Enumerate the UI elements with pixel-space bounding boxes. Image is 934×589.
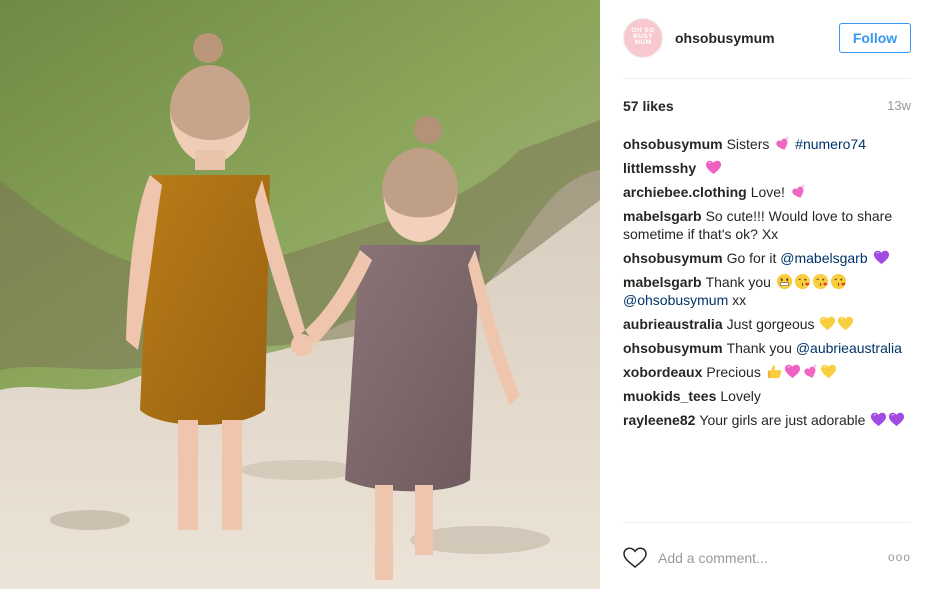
comment-username[interactable]: mabelsgarb	[623, 274, 702, 290]
comment-mention-link[interactable]: @mabelsgarb	[780, 250, 867, 266]
more-options-icon[interactable]: ooo	[888, 550, 911, 564]
heart-pink-emoji-icon	[784, 364, 800, 379]
comment-list: ohsobusymum Sisters #numero74 littlemsshy …	[623, 135, 916, 435]
kiss-emoji-icon	[830, 273, 846, 290]
comment: archiebee.clothing Love!	[623, 183, 916, 201]
follow-button[interactable]: Follow	[839, 23, 911, 53]
comment: ohsobusymum Sisters #numero74	[623, 135, 916, 153]
post-photo[interactable]	[0, 0, 600, 589]
post-footer: ooo	[623, 522, 911, 573]
comment-hashtag-link[interactable]: #numero74	[795, 136, 866, 152]
post-header: OH SO BUSY MUM ohsobusymum Follow	[623, 18, 911, 79]
comment: aubrieaustralia Just gorgeous	[623, 315, 916, 333]
heart-yellow-emoji-icon	[820, 364, 836, 379]
comment-text: Thank you	[705, 274, 771, 290]
sparkle-heart-emoji-icon	[776, 135, 790, 150]
post-side-panel: OH SO BUSY MUM ohsobusymum Follow 57 lik…	[600, 0, 934, 589]
comment: littlemsshy	[623, 159, 916, 177]
thumbs-up-emoji-icon	[767, 365, 781, 379]
kiss-emoji-icon	[794, 273, 810, 290]
comment: xobordeaux Precious	[623, 363, 916, 381]
comment-text: Love!	[750, 184, 785, 200]
comment: muokids_tees Lovely	[623, 387, 916, 405]
comment-username[interactable]: muokids_tees	[623, 388, 716, 404]
comment-text: Lovely	[720, 388, 761, 404]
grin-emoji-icon	[776, 273, 792, 290]
post-username[interactable]: ohsobusymum	[675, 30, 775, 46]
heart-yellow-emoji-icon	[820, 316, 836, 331]
comment: ohsobusymum Thank you @aubrieaustralia	[623, 339, 916, 357]
heart-purple-emoji-icon	[873, 250, 889, 265]
comment: ohsobusymum Go for it @mabelsgarb	[623, 249, 916, 267]
like-heart-icon[interactable]	[623, 547, 647, 569]
photo-image	[0, 0, 600, 589]
comment-mention-link[interactable]: @ohsobusymum	[623, 292, 728, 308]
comment-text: Thank you	[726, 340, 792, 356]
sparkle-heart-emoji-icon	[804, 363, 818, 378]
instagram-post: OH SO BUSY MUM ohsobusymum Follow 57 lik…	[0, 0, 934, 589]
comment-username[interactable]: archiebee.clothing	[623, 184, 747, 200]
comment-username[interactable]: ohsobusymum	[623, 136, 723, 152]
comment-text: Precious	[706, 364, 761, 380]
heart-purple-emoji-icon	[889, 412, 905, 427]
comment: mabelsgarb Thank you @ohsobusymum xx	[623, 273, 916, 309]
post-timestamp[interactable]: 13w	[887, 98, 911, 113]
kiss-emoji-icon	[812, 273, 828, 290]
comment: rayleene82 Your girls are just adorable	[623, 411, 916, 429]
heart-yellow-emoji-icon	[838, 316, 854, 331]
heart-purple-emoji-icon	[871, 412, 887, 427]
comment-username[interactable]: ohsobusymum	[623, 250, 723, 266]
comment-text: Sisters	[726, 136, 770, 152]
comment-text: Go for it	[726, 250, 777, 266]
comment: mabelsgarb So cute!!! Would love to share…	[623, 207, 916, 243]
comment-username[interactable]: ohsobusymum	[623, 340, 723, 356]
comment-username[interactable]: aubrieaustralia	[623, 316, 723, 332]
comment-username[interactable]: rayleene82	[623, 412, 695, 428]
comment-text: Just gorgeous	[726, 316, 815, 332]
avatar[interactable]: OH SO BUSY MUM	[623, 18, 663, 58]
heart-pink-emoji-icon	[705, 160, 722, 175]
comment-text-tail: xx	[732, 292, 747, 308]
comment-username[interactable]: xobordeaux	[623, 364, 702, 380]
comment-username[interactable]: littlemsshy	[623, 160, 696, 176]
add-comment-input[interactable]	[658, 549, 888, 567]
avatar-logo-text: OH SO BUSY MUM	[631, 27, 655, 46]
sparkle-heart-emoji-icon	[792, 183, 806, 198]
comment-username[interactable]: mabelsgarb	[623, 208, 702, 224]
likes-count[interactable]: 57 likes	[623, 98, 674, 114]
likes-row: 57 likes 13w	[623, 98, 911, 116]
comment-text: Your girls are just adorable	[699, 412, 866, 428]
comment-mention-link[interactable]: @aubrieaustralia	[796, 340, 902, 356]
